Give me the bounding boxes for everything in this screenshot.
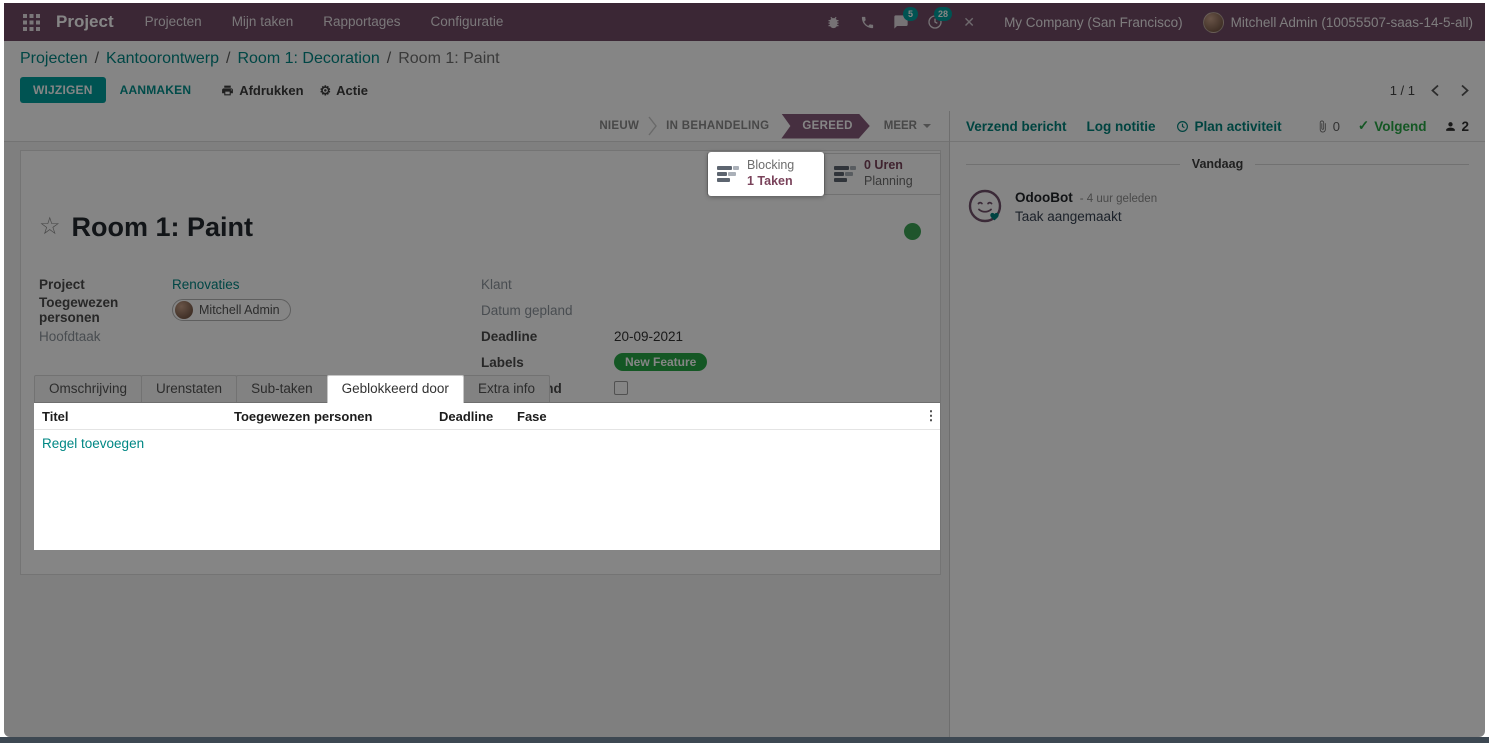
blocking-tasks-stat-button[interactable]: Blocking 1 Taken: [708, 152, 824, 196]
blocked-table-header: Titel Toegewezen personen Deadline Fase …: [34, 403, 940, 430]
blocking-stat-value: 1 Taken: [747, 174, 793, 188]
blocked-by-tab-pane: Titel Toegewezen personen Deadline Fase …: [34, 403, 940, 550]
column-header-deadline[interactable]: Deadline: [439, 409, 517, 424]
column-header-fase[interactable]: Fase: [517, 409, 922, 424]
table-options-kebab-icon[interactable]: ⋮: [922, 408, 940, 424]
column-header-toegewezen-personen[interactable]: Toegewezen personen: [234, 409, 439, 424]
tasks-list-icon: [717, 166, 739, 182]
column-header-titel[interactable]: Titel: [34, 409, 234, 424]
blocking-stat-label: Blocking: [747, 158, 795, 173]
tab-geblokkeerd-door[interactable]: Geblokkeerd door: [326, 375, 464, 403]
odoo-app-window: Project Projecten Mijn taken Rapportages…: [4, 3, 1485, 737]
window-bottom-edge: [0, 737, 1489, 743]
add-line-link[interactable]: Regel toevoegen: [34, 430, 940, 451]
tour-dim-overlay: [4, 3, 1485, 737]
